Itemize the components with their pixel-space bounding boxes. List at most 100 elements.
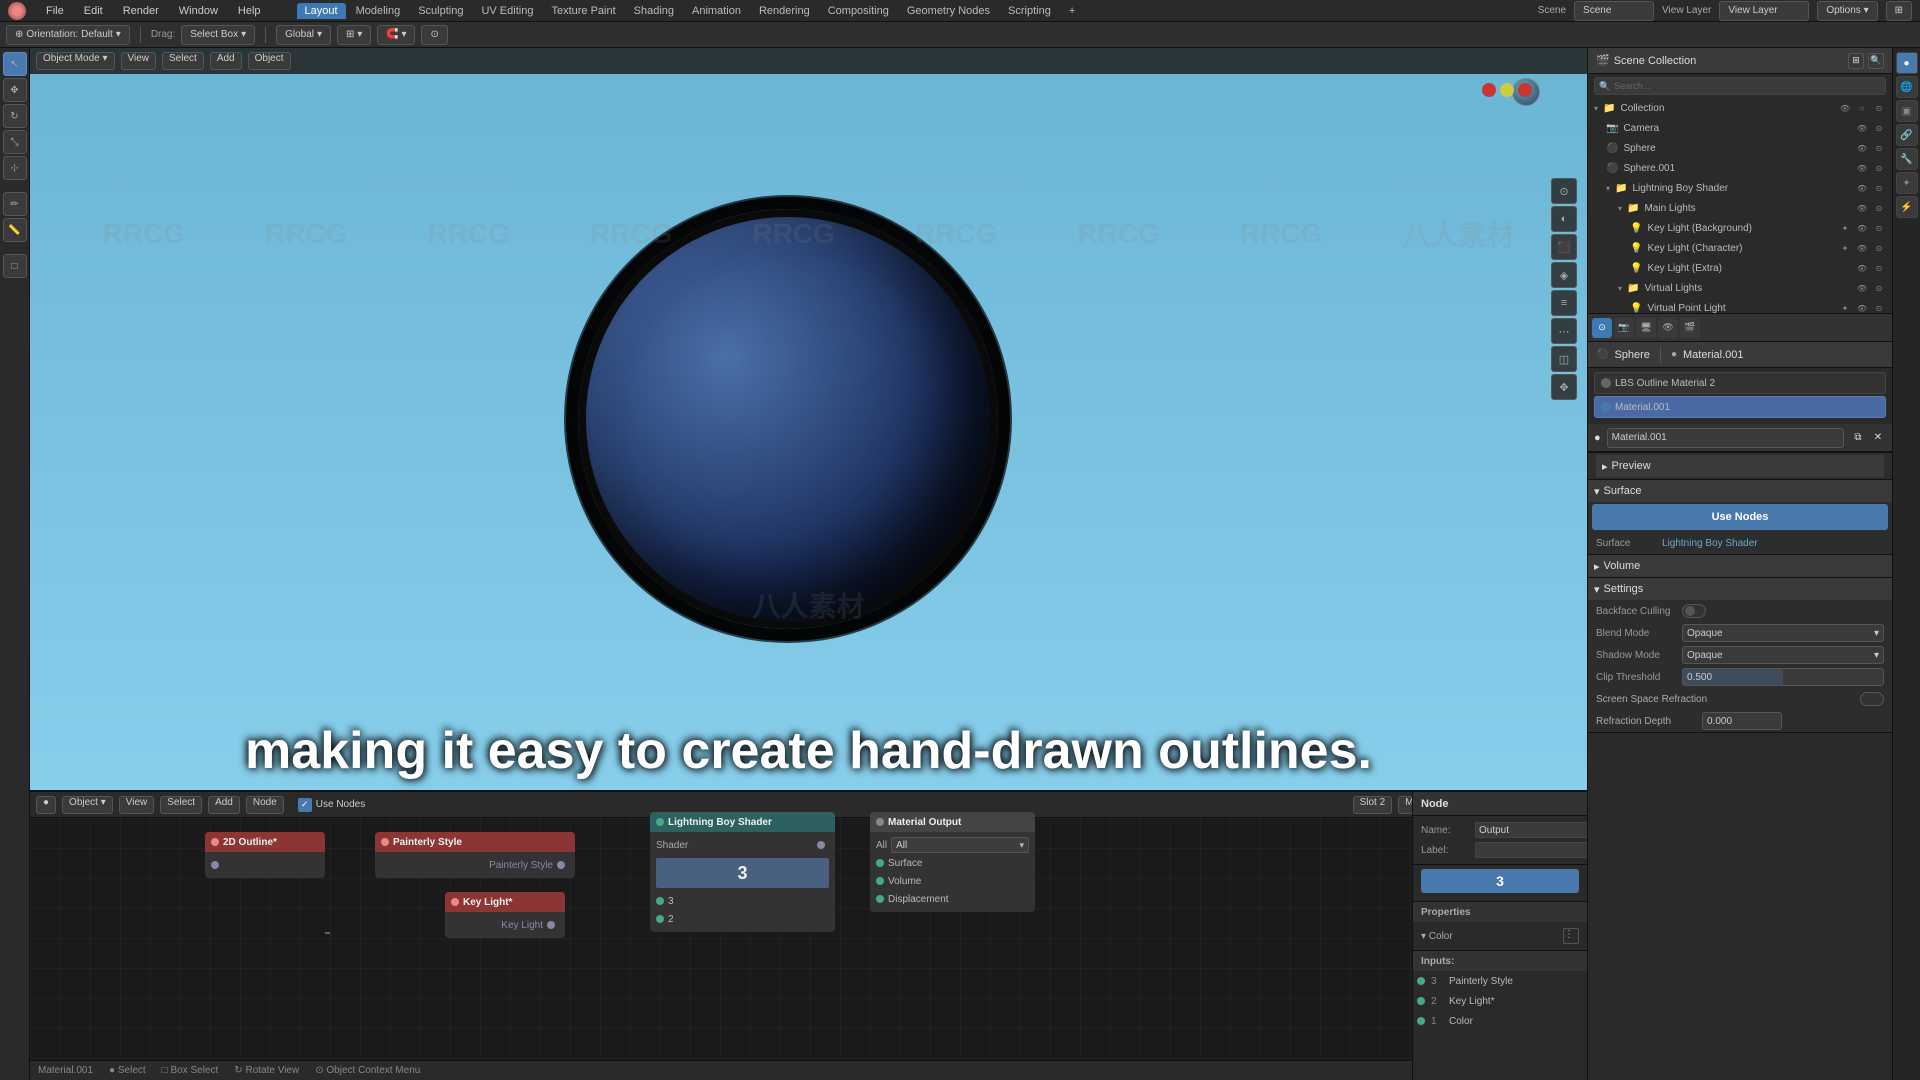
prop-icon-scene[interactable]: 🎬: [1680, 318, 1700, 338]
tree-key-extra[interactable]: 💡 Key Light (Extra) 👁 ⊙: [1588, 258, 1892, 278]
kbg-render[interactable]: ⊙: [1872, 221, 1886, 235]
tab-uv-editing[interactable]: UV Editing: [473, 3, 541, 19]
collection-hide[interactable]: ○: [1855, 101, 1869, 115]
lbs-render[interactable]: ⊙: [1872, 181, 1886, 195]
menu-help[interactable]: Help: [234, 3, 265, 19]
measure-tool[interactable]: 📏: [3, 218, 27, 242]
menu-edit[interactable]: Edit: [80, 3, 107, 19]
viewport-pan-btn[interactable]: ✥: [1551, 374, 1577, 400]
viewport-shading-btn-3[interactable]: ⬛: [1551, 234, 1577, 260]
tree-main-lights[interactable]: ▾ 📁 Main Lights 👁 ⊙: [1588, 198, 1892, 218]
viewport-extra-btn[interactable]: ⋯: [1551, 318, 1577, 344]
tree-key-bg[interactable]: 💡 Key Light (Background) ✦ 👁 ⊙: [1588, 218, 1892, 238]
camera-render[interactable]: ⊙: [1872, 121, 1886, 135]
kch-star[interactable]: ✦: [1838, 241, 1852, 255]
snap-btn[interactable]: 🧲 ▾: [377, 25, 415, 45]
ml-eye[interactable]: 👁: [1855, 201, 1869, 215]
mat-copy-btn[interactable]: ⧉: [1850, 430, 1866, 446]
preview-header[interactable]: ▸ Preview: [1596, 455, 1884, 477]
kch-render[interactable]: ⊙: [1872, 241, 1886, 255]
tab-sculpting[interactable]: Sculpting: [410, 3, 471, 19]
collection-eye[interactable]: 👁: [1838, 101, 1852, 115]
nrp-name-input[interactable]: [1475, 822, 1587, 838]
icon-physics[interactable]: ⚡: [1896, 196, 1918, 218]
filter-icon[interactable]: ⊞: [1848, 53, 1864, 69]
scene-dropdown[interactable]: Scene: [1574, 1, 1654, 21]
clip-value[interactable]: 0.500: [1682, 668, 1884, 686]
vp-star[interactable]: ✦: [1838, 301, 1852, 314]
mat-name-input[interactable]: [1607, 428, 1844, 448]
global-dropdown[interactable]: Global ▾: [276, 25, 331, 45]
slot-1[interactable]: LBS Outline Material 2: [1594, 372, 1886, 394]
viewport-shading-btn-4[interactable]: ◈: [1551, 262, 1577, 288]
use-nodes-checkbox[interactable]: ✓: [298, 798, 312, 812]
kbg-eye[interactable]: 👁: [1855, 221, 1869, 235]
vl-render[interactable]: ⊙: [1872, 281, 1886, 295]
view-btn[interactable]: View: [121, 52, 157, 70]
ne-view-btn[interactable]: View: [119, 796, 155, 814]
filter-btn[interactable]: ⊞: [1886, 1, 1912, 21]
ne-slot-dropdown[interactable]: Slot 2: [1353, 796, 1393, 814]
sphere-render[interactable]: ⊙: [1872, 141, 1886, 155]
tab-layout[interactable]: Layout: [297, 3, 346, 19]
settings-header[interactable]: ▾ Settings: [1588, 578, 1892, 600]
tab-geometry-nodes[interactable]: Geometry Nodes: [899, 3, 998, 19]
tab-texture-paint[interactable]: Texture Paint: [543, 3, 623, 19]
slot-2[interactable]: Material.001: [1594, 396, 1886, 418]
tab-compositing[interactable]: Compositing: [820, 3, 897, 19]
prop-icon-render[interactable]: 📷: [1614, 318, 1634, 338]
viewport-shading-btn-1[interactable]: ⊙: [1551, 178, 1577, 204]
search-icon[interactable]: 🔍: [1868, 53, 1884, 69]
sphere-eye[interactable]: 👁: [1855, 141, 1869, 155]
backface-toggle[interactable]: [1682, 604, 1706, 618]
refract-value[interactable]: 0.000: [1702, 712, 1782, 730]
transform-tool[interactable]: ⊹: [3, 156, 27, 180]
icon-particles[interactable]: ✦: [1896, 172, 1918, 194]
node-material-output[interactable]: Material Output All All ▾ Surface: [870, 812, 1035, 912]
icon-world[interactable]: 🌐: [1896, 76, 1918, 98]
use-nodes-btn[interactable]: Use Nodes: [1592, 504, 1888, 530]
tree-sphere001[interactable]: ⚫ Sphere.001 👁 ⊙: [1588, 158, 1892, 178]
volume-header[interactable]: ▸ Volume: [1588, 555, 1892, 577]
prop-icon-active[interactable]: ⊙: [1592, 318, 1612, 338]
icon-modifiers[interactable]: 🔧: [1896, 148, 1918, 170]
transform-btn[interactable]: ⊞ ▾: [337, 25, 371, 45]
tab-animation[interactable]: Animation: [684, 3, 749, 19]
dot-red[interactable]: [1482, 83, 1496, 97]
sphere001-render[interactable]: ⊙: [1872, 161, 1886, 175]
dot-close[interactable]: [1518, 83, 1532, 97]
shadow-value[interactable]: Opaque ▾: [1682, 646, 1884, 664]
prop-icon-output[interactable]: 🖥: [1636, 318, 1656, 338]
camera-eye[interactable]: 👁: [1855, 121, 1869, 135]
vp-eye[interactable]: 👁: [1855, 301, 1869, 314]
tab-scripting[interactable]: Scripting: [1000, 3, 1059, 19]
tab-rendering[interactable]: Rendering: [751, 3, 818, 19]
node-2d-outline[interactable]: 2D Outline*: [205, 832, 325, 878]
scale-tool[interactable]: ⤡: [3, 130, 27, 154]
nrp-color-options[interactable]: ⋮: [1563, 928, 1579, 944]
ssr-toggle[interactable]: [1860, 692, 1884, 706]
matout-all-dropdown[interactable]: All ▾: [891, 837, 1029, 853]
nrp-label-input[interactable]: [1475, 842, 1587, 858]
tab-modeling[interactable]: Modeling: [348, 3, 409, 19]
node-keylight[interactable]: Key Light* Key Light: [445, 892, 565, 938]
ne-select-btn[interactable]: Select: [160, 796, 202, 814]
icon-material[interactable]: ●: [1896, 52, 1918, 74]
sphere001-eye[interactable]: 👁: [1855, 161, 1869, 175]
surface-header[interactable]: ▾ Surface: [1588, 480, 1892, 502]
mat-close-btn[interactable]: ✕: [1870, 430, 1886, 446]
select-btn[interactable]: Select: [162, 52, 204, 70]
menu-render[interactable]: Render: [119, 3, 163, 19]
tree-collection[interactable]: ▾ 📁 Collection 👁 ○ ⊙: [1588, 98, 1892, 118]
tree-camera[interactable]: 📷 Camera 👁 ⊙: [1588, 118, 1892, 138]
orientation-dropdown[interactable]: ⊕ Orientation: Default ▾: [6, 25, 130, 45]
select-box-dropdown[interactable]: Select Box ▾: [181, 25, 255, 45]
ml-render[interactable]: ⊙: [1872, 201, 1886, 215]
rotate-tool[interactable]: ↻: [3, 104, 27, 128]
node-lbs[interactable]: Lightning Boy Shader Shader 3 3: [650, 812, 835, 932]
tab-shading[interactable]: Shading: [626, 3, 682, 19]
kbg-star[interactable]: ✦: [1838, 221, 1852, 235]
ke-render[interactable]: ⊙: [1872, 261, 1886, 275]
tab-add[interactable]: +: [1061, 3, 1083, 19]
tree-vpoint[interactable]: 💡 Virtual Point Light ✦ 👁 ⊙: [1588, 298, 1892, 314]
